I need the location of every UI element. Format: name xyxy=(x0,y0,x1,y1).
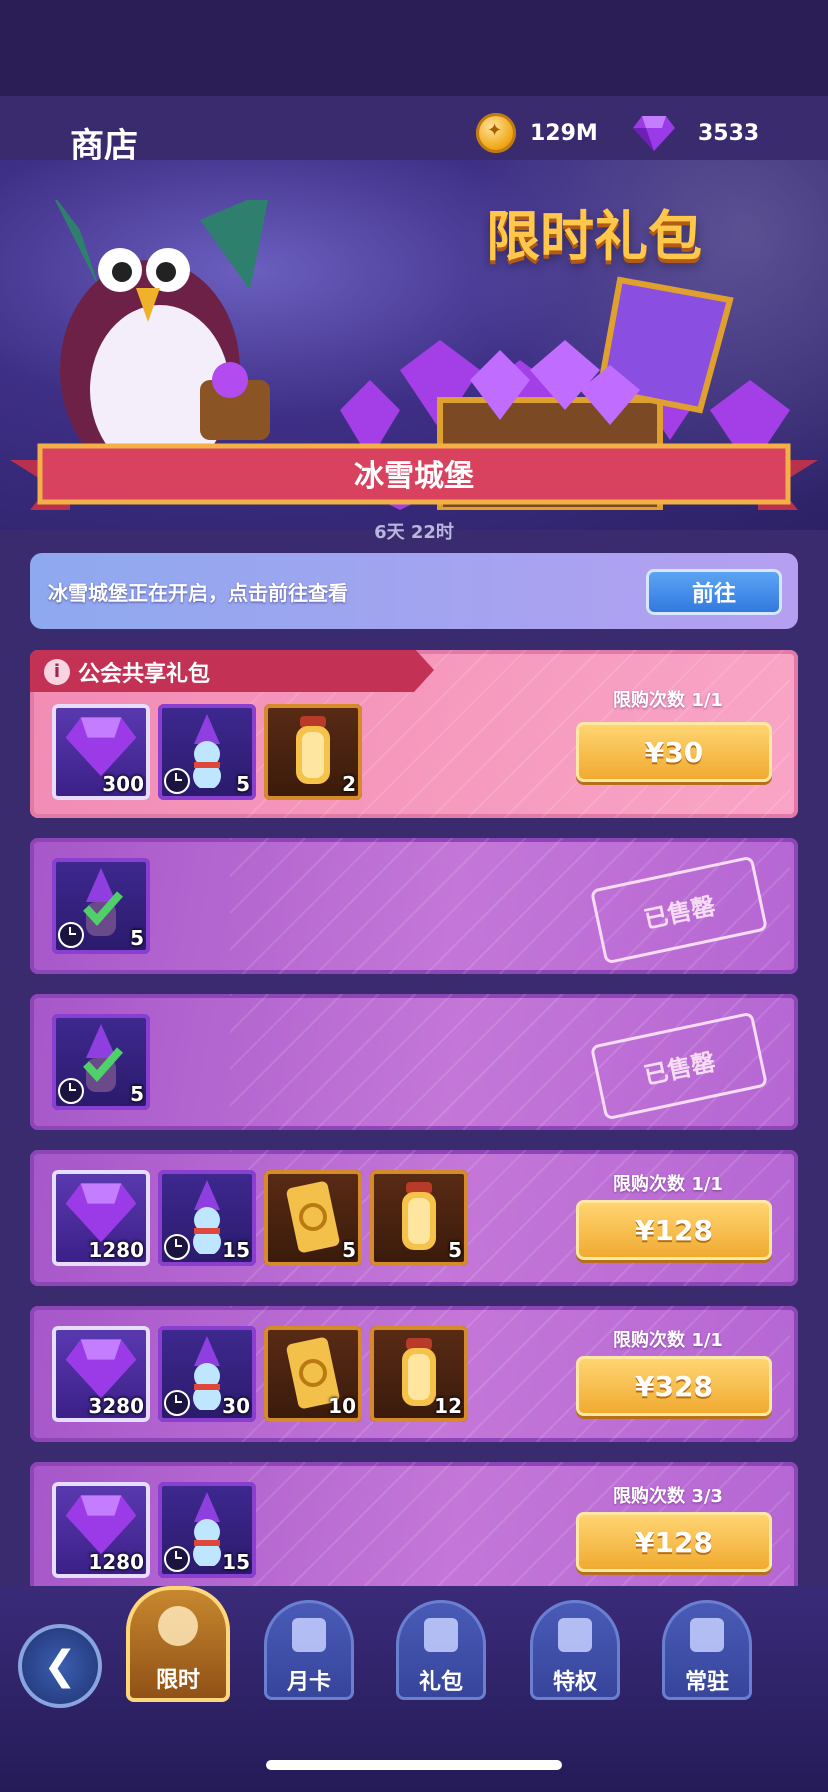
item-qty: 3280 xyxy=(88,1394,144,1418)
clock-icon xyxy=(58,1078,84,1104)
ticket-icon xyxy=(286,1181,340,1253)
event-notice: 冰雪城堡正在开启，点击前往查看 前往 xyxy=(30,553,798,629)
item-qty: 10 xyxy=(328,1394,356,1418)
item-lantern[interactable]: 12 xyxy=(370,1326,468,1422)
clock-icon xyxy=(164,1390,190,1416)
tab-label: 礼包 xyxy=(418,1670,463,1695)
vip-icon xyxy=(558,1618,592,1652)
price-button[interactable]: ¥328 xyxy=(576,1356,772,1416)
clock-icon xyxy=(164,1234,190,1260)
purchase-limit: 限购次数 1/1 xyxy=(613,690,723,711)
lantern-icon xyxy=(402,1182,436,1250)
tab-privileges[interactable]: 特权 xyxy=(530,1600,620,1700)
bottom-nav: ❮ 限时 月卡 礼包 特权 常驻 xyxy=(0,1586,828,1792)
coin-icon xyxy=(476,113,516,153)
goto-button[interactable]: 前往 xyxy=(646,569,782,615)
clock-icon xyxy=(58,922,84,948)
item-qty: 15 xyxy=(222,1550,250,1574)
purchase-limit: 限购次数 3/3 xyxy=(613,1486,723,1507)
item-qty: 5 xyxy=(342,1238,356,1262)
tab-permanent[interactable]: 常驻 xyxy=(662,1600,752,1700)
price-button[interactable]: ¥128 xyxy=(576,1512,772,1572)
penguin-mascot-illustration xyxy=(55,200,270,480)
notice-text: 冰雪城堡正在开启，点击前往查看 xyxy=(48,580,348,605)
back-arrow-icon: ❮ xyxy=(43,1643,77,1689)
guild-tag-label: 公会共享礼包 xyxy=(78,662,211,687)
purchase-limit: 限购次数 1/1 xyxy=(613,1330,723,1351)
item-qty: 2 xyxy=(342,772,356,796)
gem-icon xyxy=(65,1495,137,1555)
item-qty: 5 xyxy=(130,1082,144,1106)
back-button[interactable]: ❮ xyxy=(18,1624,102,1708)
item-gem[interactable]: 1280 xyxy=(52,1482,150,1578)
coin-amount: 129M xyxy=(530,120,598,146)
price-button[interactable]: ¥30 xyxy=(576,722,772,782)
party-popper-icon xyxy=(424,1618,458,1652)
offer-row: 1280 15 限购次数 3/3 ¥128 xyxy=(30,1462,798,1598)
status-bar xyxy=(0,0,828,96)
tab-label: 常驻 xyxy=(684,1670,729,1695)
clock-icon xyxy=(164,768,190,794)
item-snowman-potion[interactable]: 15 xyxy=(158,1170,256,1266)
gift-hat-icon xyxy=(158,1606,198,1646)
coin-balance[interactable]: 129M xyxy=(476,110,598,156)
tab-label: 特权 xyxy=(552,1670,597,1695)
item-lantern[interactable]: 5 xyxy=(370,1170,468,1266)
item-snowman-potion[interactable]: 15 xyxy=(158,1482,256,1578)
item-ticket[interactable]: 10 xyxy=(264,1326,362,1422)
info-icon[interactable]: i xyxy=(44,659,70,685)
item-qty: 30 xyxy=(222,1394,250,1418)
gem-icon xyxy=(633,116,675,151)
item-qty: 12 xyxy=(434,1394,462,1418)
lantern-icon xyxy=(296,716,330,784)
purchase-limit: 限购次数 1/1 xyxy=(613,1174,723,1195)
item-checked-potion[interactable]: 5 xyxy=(52,858,150,954)
item-qty: 1280 xyxy=(88,1238,144,1262)
tab-monthly-card[interactable]: 月卡 xyxy=(264,1600,354,1700)
gem-icon xyxy=(65,717,137,777)
item-snowman-potion[interactable]: 5 xyxy=(158,704,256,800)
item-qty: 5 xyxy=(130,926,144,950)
item-gem[interactable]: 300 xyxy=(52,704,150,800)
item-snowman-potion[interactable]: 30 xyxy=(158,1326,256,1422)
tab-label: 月卡 xyxy=(286,1670,331,1695)
item-qty: 1280 xyxy=(88,1550,144,1574)
tab-label: 限时 xyxy=(155,1668,200,1693)
tab-limited[interactable]: 限时 xyxy=(126,1586,230,1702)
event-name: 冰雪城堡 xyxy=(354,459,474,494)
offer-row-guild-pack: i 公会共享礼包 300 5 2 限购次数 1/1 ¥30 xyxy=(30,650,798,818)
gem-icon xyxy=(65,1339,137,1399)
card-icon xyxy=(292,1618,326,1652)
offer-row-sold-out: 5 已售罄 xyxy=(30,994,798,1130)
tab-gift-packs[interactable]: 礼包 xyxy=(396,1600,486,1700)
event-timer: 6天 22时 xyxy=(374,522,454,543)
item-ticket[interactable]: 5 xyxy=(264,1170,362,1266)
gem-balance[interactable]: 3533 xyxy=(632,110,759,156)
clock-icon xyxy=(164,1546,190,1572)
gem-amount: 3533 xyxy=(698,120,760,146)
item-qty: 5 xyxy=(448,1238,462,1262)
gift-box-icon xyxy=(690,1618,724,1652)
item-gem[interactable]: 3280 xyxy=(52,1326,150,1422)
offer-row: 3280 30 10 12 限购次数 1/1 ¥328 xyxy=(30,1306,798,1442)
item-qty: 15 xyxy=(222,1238,250,1262)
gem-icon xyxy=(65,1183,137,1243)
item-checked-potion[interactable]: 5 xyxy=(52,1014,150,1110)
item-lantern[interactable]: 2 xyxy=(264,704,362,800)
item-qty: 5 xyxy=(236,772,250,796)
price-button[interactable]: ¥128 xyxy=(576,1200,772,1260)
home-indicator[interactable] xyxy=(266,1760,562,1770)
item-gem[interactable]: 1280 xyxy=(52,1170,150,1266)
offer-row: 1280 15 5 5 限购次数 1/1 ¥128 xyxy=(30,1150,798,1286)
item-qty: 300 xyxy=(102,772,144,796)
offer-row-sold-out: 5 已售罄 xyxy=(30,838,798,974)
